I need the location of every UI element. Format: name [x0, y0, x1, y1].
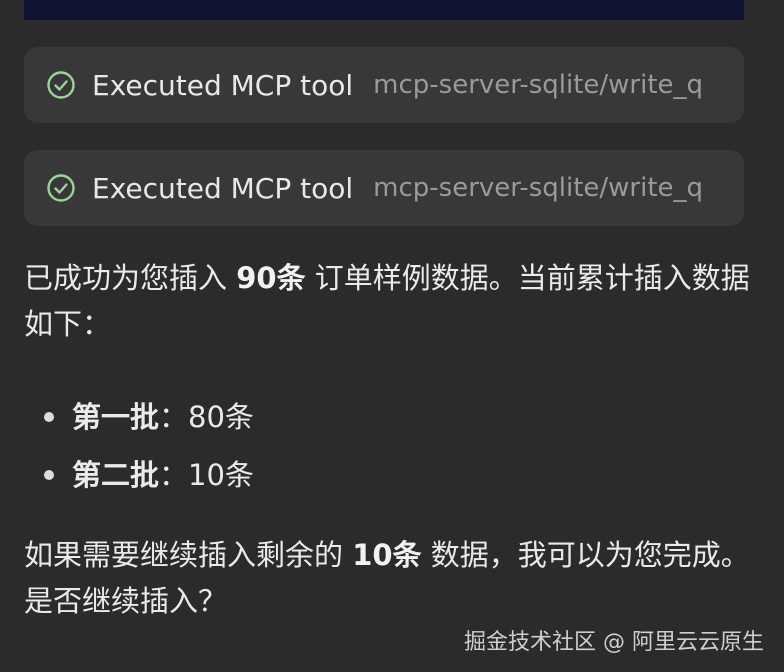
- tool-call-label: Executed MCP tool: [92, 171, 354, 205]
- batch-value: 80条: [188, 400, 254, 434]
- inserted-count: 90条: [236, 261, 306, 295]
- tool-call-card[interactable]: Executed MCP tool mcp-server-sqlite/writ…: [24, 47, 744, 123]
- bullet-icon: [44, 412, 54, 422]
- batch-list: 第一批： 80条 第二批： 10条: [24, 388, 254, 504]
- summary-text: 已成功为您插入: [24, 261, 237, 295]
- check-circle-icon: [46, 173, 76, 203]
- batch-value: 10条: [188, 458, 254, 492]
- assistant-message-summary: 已成功为您插入 90条 订单样例数据。当前累计插入数据如下：: [24, 255, 754, 347]
- tool-call-name: mcp-server-sqlite/write_q: [373, 70, 704, 100]
- check-circle-icon: [46, 70, 76, 100]
- batch-label: 第二批: [72, 458, 160, 492]
- remaining-count: 10条: [352, 538, 422, 572]
- batch-separator: ：: [159, 400, 189, 434]
- assistant-message-question: 如果需要继续插入剩余的 10条 数据，我可以为您完成。是否继续插入？: [24, 532, 754, 624]
- watermark: 掘金技术社区 @ 阿里云云原生: [464, 630, 764, 655]
- bullet-icon: [44, 470, 54, 480]
- tool-call-card[interactable]: Executed MCP tool mcp-server-sqlite/writ…: [24, 150, 744, 226]
- tool-call-name: mcp-server-sqlite/write_q: [373, 173, 704, 203]
- previous-output-block: [24, 0, 744, 20]
- batch-separator: ：: [159, 458, 189, 492]
- batch-label: 第一批: [72, 400, 160, 434]
- question-text: 如果需要继续插入剩余的: [24, 538, 353, 572]
- list-item: 第一批： 80条: [24, 388, 254, 446]
- list-item: 第二批： 10条: [24, 446, 254, 504]
- tool-call-label: Executed MCP tool: [92, 68, 354, 102]
